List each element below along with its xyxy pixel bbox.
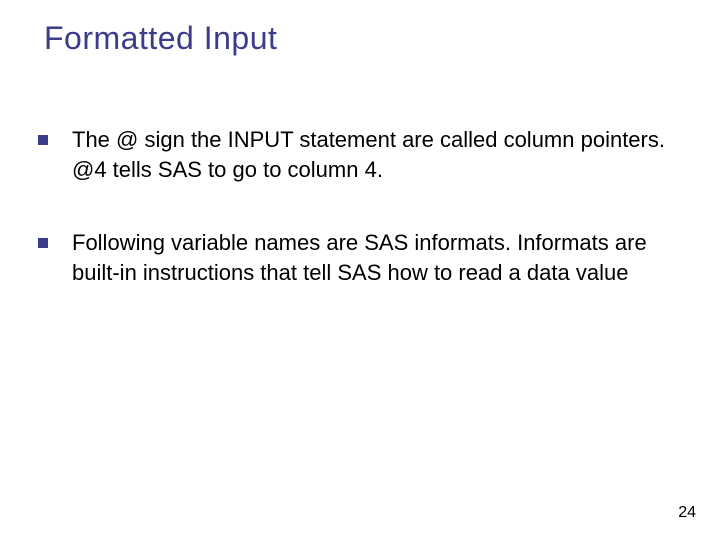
- square-bullet-icon: [38, 135, 48, 145]
- slide-body: The @ sign the INPUT statement are calle…: [38, 125, 678, 332]
- square-bullet-icon: [38, 238, 48, 248]
- list-item: The @ sign the INPUT statement are calle…: [38, 125, 678, 184]
- slide-title: Formatted Input: [44, 20, 277, 57]
- bullet-text: The @ sign the INPUT statement are calle…: [72, 125, 678, 184]
- slide: Formatted Input The @ sign the INPUT sta…: [0, 0, 720, 540]
- list-item: Following variable names are SAS informa…: [38, 228, 678, 287]
- bullet-text: Following variable names are SAS informa…: [72, 228, 678, 287]
- page-number: 24: [678, 504, 696, 522]
